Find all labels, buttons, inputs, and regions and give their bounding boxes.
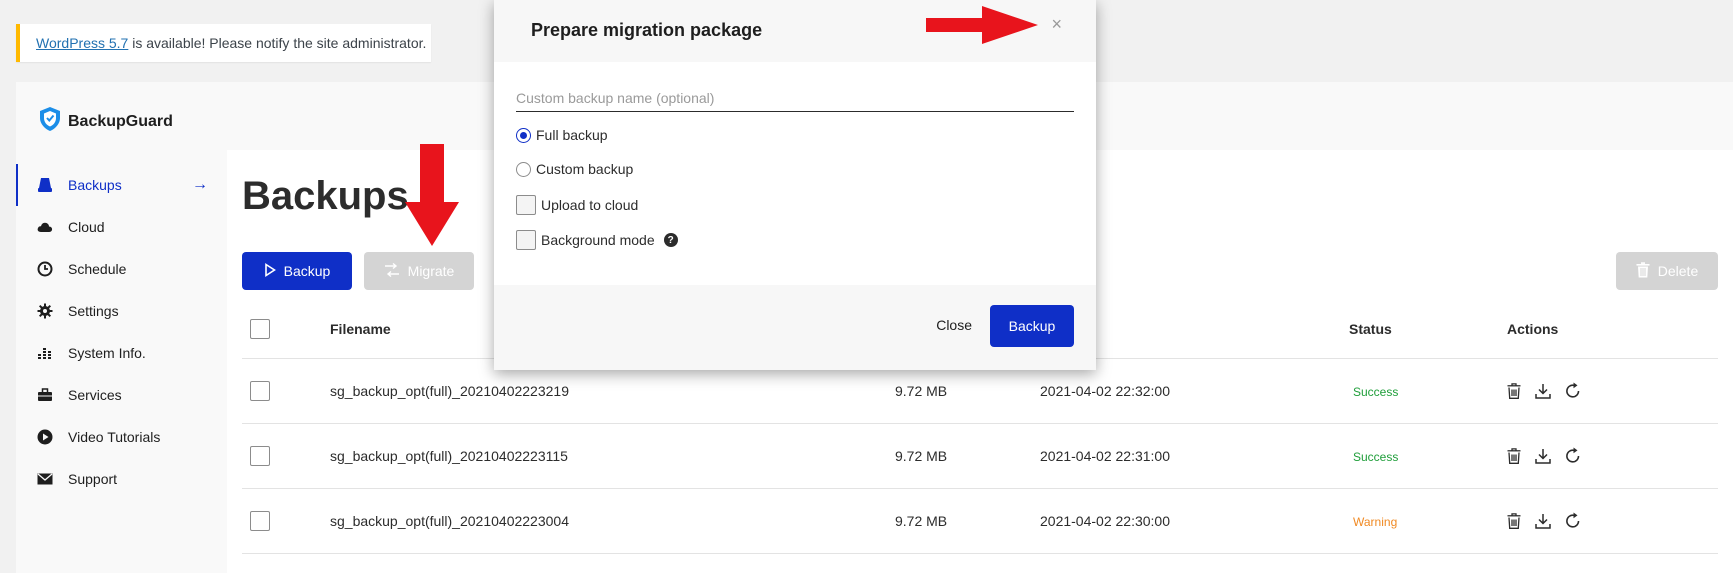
brand-name: BackupGuard [68,112,173,130]
clock-icon [36,260,54,278]
status-header: Status [1349,300,1507,359]
delete-row-icon[interactable] [1507,447,1521,464]
update-notice: WordPress 5.7 is available! Please notif… [16,24,431,62]
modal-backup-button[interactable]: Backup [990,305,1074,347]
upload-to-cloud-checkbox[interactable]: Upload to cloud [516,195,638,215]
filename-cell: sg_backup_opt(full)_20210402223115 [330,423,895,489]
checkbox-box [516,195,536,215]
sidebar-item-video-tutorials[interactable]: Video Tutorials [16,416,226,458]
actions-header: Actions [1507,300,1718,359]
delete-button[interactable]: Delete [1616,252,1718,290]
modal-footer: Close Backup [494,285,1096,370]
sidebar-item-label: Settings [68,303,119,319]
trash-icon [1636,261,1650,281]
briefcase-icon [36,386,54,404]
migrate-button-label: Migrate [407,263,455,279]
brand: BackupGuard [38,106,173,137]
sidebar-item-label: Backups [68,177,122,193]
play-circle-icon [36,428,54,446]
full-backup-label: Full backup [536,127,608,143]
migrate-button[interactable]: Migrate [364,252,474,290]
notice-text: is available! Please notify the site adm… [128,35,427,51]
table-row: sg_backup_opt(full)_20210402223004 9.72 … [242,488,1718,554]
full-backup-radio[interactable]: Full backup [516,127,608,143]
close-icon[interactable]: × [1051,14,1062,35]
filename-cell: sg_backup_opt(full)_20210402223004 [330,488,895,554]
sidebar: Backups → Cloud Schedule Settings System… [16,164,226,500]
drive-icon [36,176,54,194]
download-icon[interactable] [1535,448,1551,464]
row-actions [1507,447,1718,464]
background-mode-checkbox[interactable]: Background mode ? [516,230,678,250]
custom-backup-radio[interactable]: Custom backup [516,161,633,177]
page-title: Backups [242,174,409,218]
wordpress-version-link[interactable]: WordPress 5.7 [36,35,128,51]
status-badge: Success [1353,449,1399,464]
row-checkbox[interactable] [250,380,270,401]
cloud-icon [36,218,54,236]
restore-icon[interactable] [1565,447,1581,464]
backup-button[interactable]: Backup [242,252,352,290]
date-cell: 2021-04-02 22:30:00 [1040,488,1349,554]
select-all-checkbox[interactable] [250,318,270,339]
shield-logo-icon [38,106,62,137]
upload-to-cloud-label: Upload to cloud [541,197,639,213]
row-actions [1507,382,1718,399]
sidebar-item-label: System Info. [68,345,146,361]
modal-title: Prepare migration package [531,20,763,40]
bar-chart-icon [36,344,54,362]
sidebar-item-support[interactable]: Support [16,458,226,500]
help-icon[interactable]: ? [663,233,678,247]
size-cell: 9.72 MB [895,488,1040,554]
status-badge: Warning [1353,514,1398,529]
annotation-arrow-right [926,6,1038,44]
row-checkbox[interactable] [250,445,270,466]
play-icon [264,262,276,280]
radio-selected [516,127,531,143]
table-row: sg_backup_opt(full)_20210402223115 9.72 … [242,423,1718,489]
modal-close-button[interactable]: Close [936,317,972,333]
custom-backup-label: Custom backup [536,161,634,177]
row-actions [1507,512,1718,529]
envelope-icon [36,470,54,488]
delete-row-icon[interactable] [1507,382,1521,399]
gear-icon [36,302,54,320]
sidebar-item-label: Services [68,387,122,403]
radio-unselected [516,161,531,177]
size-cell: 9.72 MB [895,423,1040,489]
download-icon[interactable] [1535,513,1551,529]
sidebar-item-label: Schedule [68,261,127,277]
migration-modal: Prepare migration package × Full backup … [494,0,1096,370]
row-checkbox[interactable] [250,510,270,531]
annotation-arrow-down [405,144,459,246]
download-icon[interactable] [1535,383,1551,399]
sidebar-item-schedule[interactable]: Schedule [16,248,226,290]
migrate-icon [384,262,400,280]
active-arrow-icon: → [192,176,208,193]
sidebar-item-label: Video Tutorials [68,429,161,445]
sidebar-item-settings[interactable]: Settings [16,290,226,332]
sidebar-item-system-info[interactable]: System Info. [16,332,226,374]
delete-button-label: Delete [1657,263,1699,279]
backup-button-label: Backup [283,263,331,279]
delete-row-icon[interactable] [1507,512,1521,529]
sidebar-item-services[interactable]: Services [16,374,226,416]
checkbox-box [516,230,536,250]
restore-icon[interactable] [1565,382,1581,399]
background-mode-label: Background mode [541,232,655,248]
date-cell: 2021-04-02 22:31:00 [1040,423,1349,489]
sidebar-item-label: Cloud [68,219,105,235]
sidebar-item-backups[interactable]: Backups → [16,164,226,206]
status-badge: Success [1353,384,1399,399]
restore-icon[interactable] [1565,512,1581,529]
sidebar-item-cloud[interactable]: Cloud [16,206,226,248]
sidebar-item-label: Support [68,471,118,487]
backup-name-input[interactable] [516,84,1074,112]
